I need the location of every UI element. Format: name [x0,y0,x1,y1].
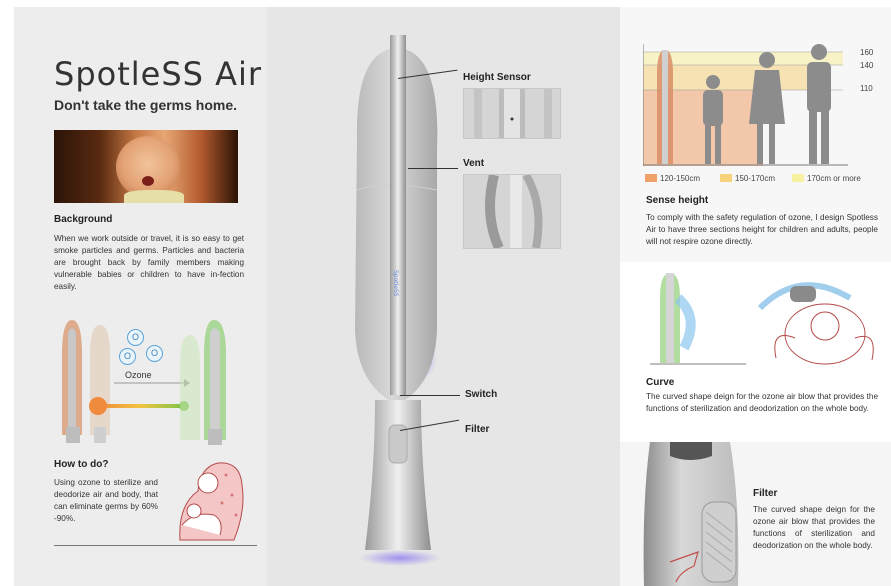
legend-label-3: 170cm or more [807,174,861,183]
how-heading: How to do? [54,459,109,470]
height-110-label: 110 [860,84,873,93]
curve-heading: Curve [646,377,675,388]
device-label: SpotleSS [392,270,399,297]
parent-child-illustration [179,462,244,541]
spotless-air-device: SpotleSS [355,35,440,566]
legend-chip-2 [720,174,732,182]
switch-callout: Switch [465,389,498,400]
sense-height-text: To comply with the safety regulation of … [646,213,878,246]
vent-line [408,168,458,169]
child-face [116,136,180,198]
height-140-label: 140 [860,61,874,70]
legend-chip-3 [792,174,804,182]
filter-text: The curved shape deign for the ozone air… [753,505,875,550]
vent-detail [463,174,561,249]
curve-text: The curved shape deign for the ozone air… [646,392,878,413]
legend-label-2: 150-170cm [735,174,776,183]
ozone-diagram [62,320,226,445]
height-sensor-detail [463,88,561,139]
curve-illustration [650,273,874,365]
filter-closeup [643,442,739,586]
brand-logo: SpotleSS Air [54,55,263,93]
legend-label-1: 120-150cm [660,174,701,183]
background-heading: Background [54,214,113,225]
sense-height-diagram [643,44,848,166]
height-sensor-callout: Height Sensor [463,72,531,83]
how-text: Using ozone to sterilize and deodorize a… [54,478,158,523]
vent-callout: Vent [463,158,485,169]
sense-height-heading: Sense height [646,195,709,206]
filter-heading: Filter [753,488,778,499]
ozone-bubble-2: O [119,348,136,365]
tagline: Don't take the germs home. [54,97,238,113]
ozone-bubble-1: O [127,329,144,346]
child-mouth [142,176,154,186]
background-text: When we work outside or travel, it is so… [54,234,244,291]
child-bib [124,190,184,203]
child-coughing-photo [54,130,238,203]
ozone-bubble-3: O [146,345,163,362]
height-160-label: 160 [860,48,874,57]
how-underline [54,545,257,546]
switch-line [400,395,460,396]
legend-chip-1 [645,174,657,182]
filter-callout: Filter [465,424,490,435]
ozone-label: Ozone [125,370,152,380]
